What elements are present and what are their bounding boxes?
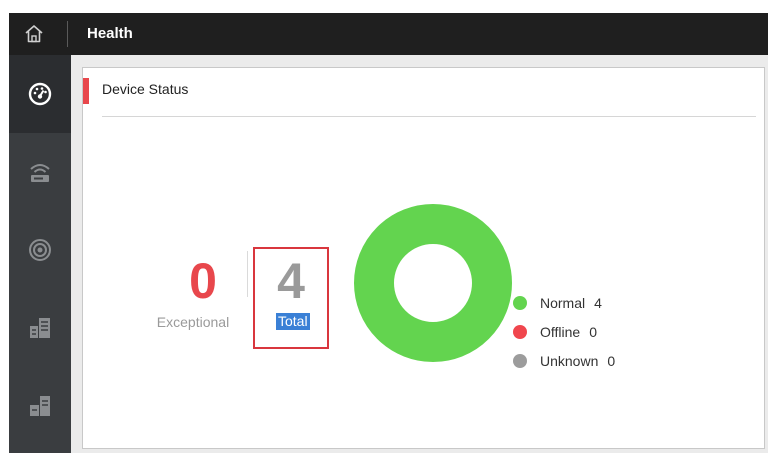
legend-item-normal: Normal 4	[513, 288, 615, 317]
stats-divider	[247, 251, 248, 297]
camera-icon	[29, 239, 51, 261]
total-highlight-box	[253, 247, 329, 349]
exceptional-label: Exceptional	[156, 314, 230, 330]
status-donut-chart	[354, 204, 512, 362]
legend-label: Offline	[540, 323, 581, 340]
legend-label: Normal	[540, 294, 586, 311]
home-button[interactable]	[9, 13, 59, 55]
sidebar-item-dashboard[interactable]	[9, 55, 71, 133]
status-legend: Normal 4 Offline 0 Unknown 0	[513, 288, 615, 375]
panel-accent-bar	[83, 78, 89, 104]
legend-dot-unknown	[513, 353, 527, 368]
header-divider	[67, 21, 68, 47]
sidebar-item-network[interactable]	[9, 133, 71, 211]
home-icon	[25, 25, 43, 43]
network-device-icon	[30, 164, 50, 182]
sidebar	[9, 55, 71, 453]
legend-count: 0	[589, 323, 598, 340]
legend-count: 0	[607, 352, 616, 369]
legend-item-unknown: Unknown 0	[513, 346, 615, 375]
page-title: Health	[87, 25, 133, 42]
sidebar-item-camera[interactable]	[9, 211, 71, 289]
donut-ring-normal	[354, 204, 512, 362]
legend-label: Unknown	[540, 352, 599, 369]
top-bar: Health	[9, 13, 768, 55]
exceptional-count[interactable]: 0	[183, 256, 223, 306]
device-status-panel: Device Status 0 Exceptional 4 Total Norm…	[82, 67, 765, 449]
panel-divider	[102, 116, 756, 117]
legend-dot-offline	[513, 324, 527, 339]
storage-server-icon	[30, 318, 50, 338]
sidebar-item-storage[interactable]	[9, 289, 71, 367]
legend-count: 4	[594, 294, 602, 311]
legend-dot-normal	[513, 295, 527, 310]
legend-item-offline: Offline 0	[513, 317, 615, 346]
panel-title: Device Status	[102, 81, 189, 97]
sidebar-item-encoding[interactable]	[9, 367, 71, 445]
encoding-server-icon	[30, 396, 50, 416]
dashboard-gauge-icon	[28, 82, 52, 106]
